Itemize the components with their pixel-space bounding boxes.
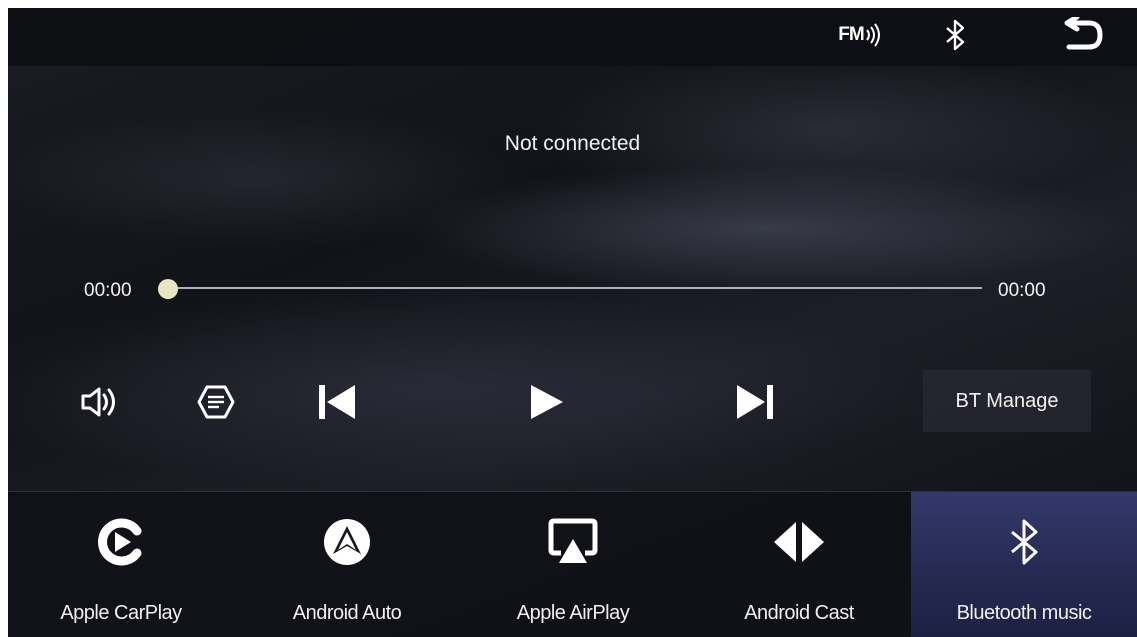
top-bar: FM [8, 8, 1137, 66]
tab-label: Apple CarPlay [60, 602, 182, 624]
previous-track-icon [319, 385, 355, 419]
tab-label: Android Auto [292, 602, 402, 624]
next-track-icon [737, 385, 773, 419]
next-track-button[interactable] [732, 380, 778, 424]
volume-button[interactable] [76, 380, 130, 424]
play-button[interactable] [524, 380, 570, 424]
car-head-unit-screen: FM Not connected 00:00 00:00 BT Manage A… [8, 8, 1137, 637]
tab-apple-carplay[interactable]: Apple CarPlay [8, 492, 234, 637]
bluetooth-icon [1011, 519, 1038, 565]
fm-label: FM [838, 24, 864, 45]
previous-track-button[interactable] [314, 380, 360, 424]
tab-label: Apple AirPlay [516, 602, 630, 624]
android-auto-icon [324, 519, 370, 565]
total-time: 00:00 [998, 280, 1046, 301]
elapsed-time: 00:00 [84, 280, 132, 301]
playlist-button[interactable] [194, 380, 238, 424]
fm-radio-button[interactable]: FM [832, 18, 888, 52]
android-cast-icon [774, 522, 824, 562]
tab-label: Bluetooth music [956, 602, 1092, 624]
tab-label: Android Cast [744, 602, 854, 624]
tab-bluetooth-music[interactable]: Bluetooth music [911, 492, 1137, 637]
play-icon [531, 385, 563, 419]
carplay-icon [98, 518, 142, 566]
bluetooth-icon [946, 19, 965, 51]
connection-status: Not connected [504, 132, 641, 155]
source-tab-bar: Apple CarPlay Android Auto Apple AirPlay [8, 491, 1137, 637]
tab-apple-airplay[interactable]: Apple AirPlay [460, 492, 686, 637]
back-button[interactable] [1058, 17, 1108, 52]
tab-android-auto[interactable]: Android Auto [234, 492, 460, 637]
progress-track[interactable] [168, 287, 982, 289]
airplay-icon [548, 518, 598, 563]
volume-icon [81, 387, 115, 417]
bluetooth-button[interactable] [938, 18, 972, 52]
fm-radio-icon [865, 23, 880, 47]
back-arrow-icon [1064, 17, 1103, 50]
tab-android-cast[interactable]: Android Cast [686, 492, 912, 637]
playlist-icon [197, 385, 235, 419]
progress-knob[interactable] [158, 279, 178, 299]
bt-manage-button[interactable]: BT Manage [923, 370, 1091, 432]
